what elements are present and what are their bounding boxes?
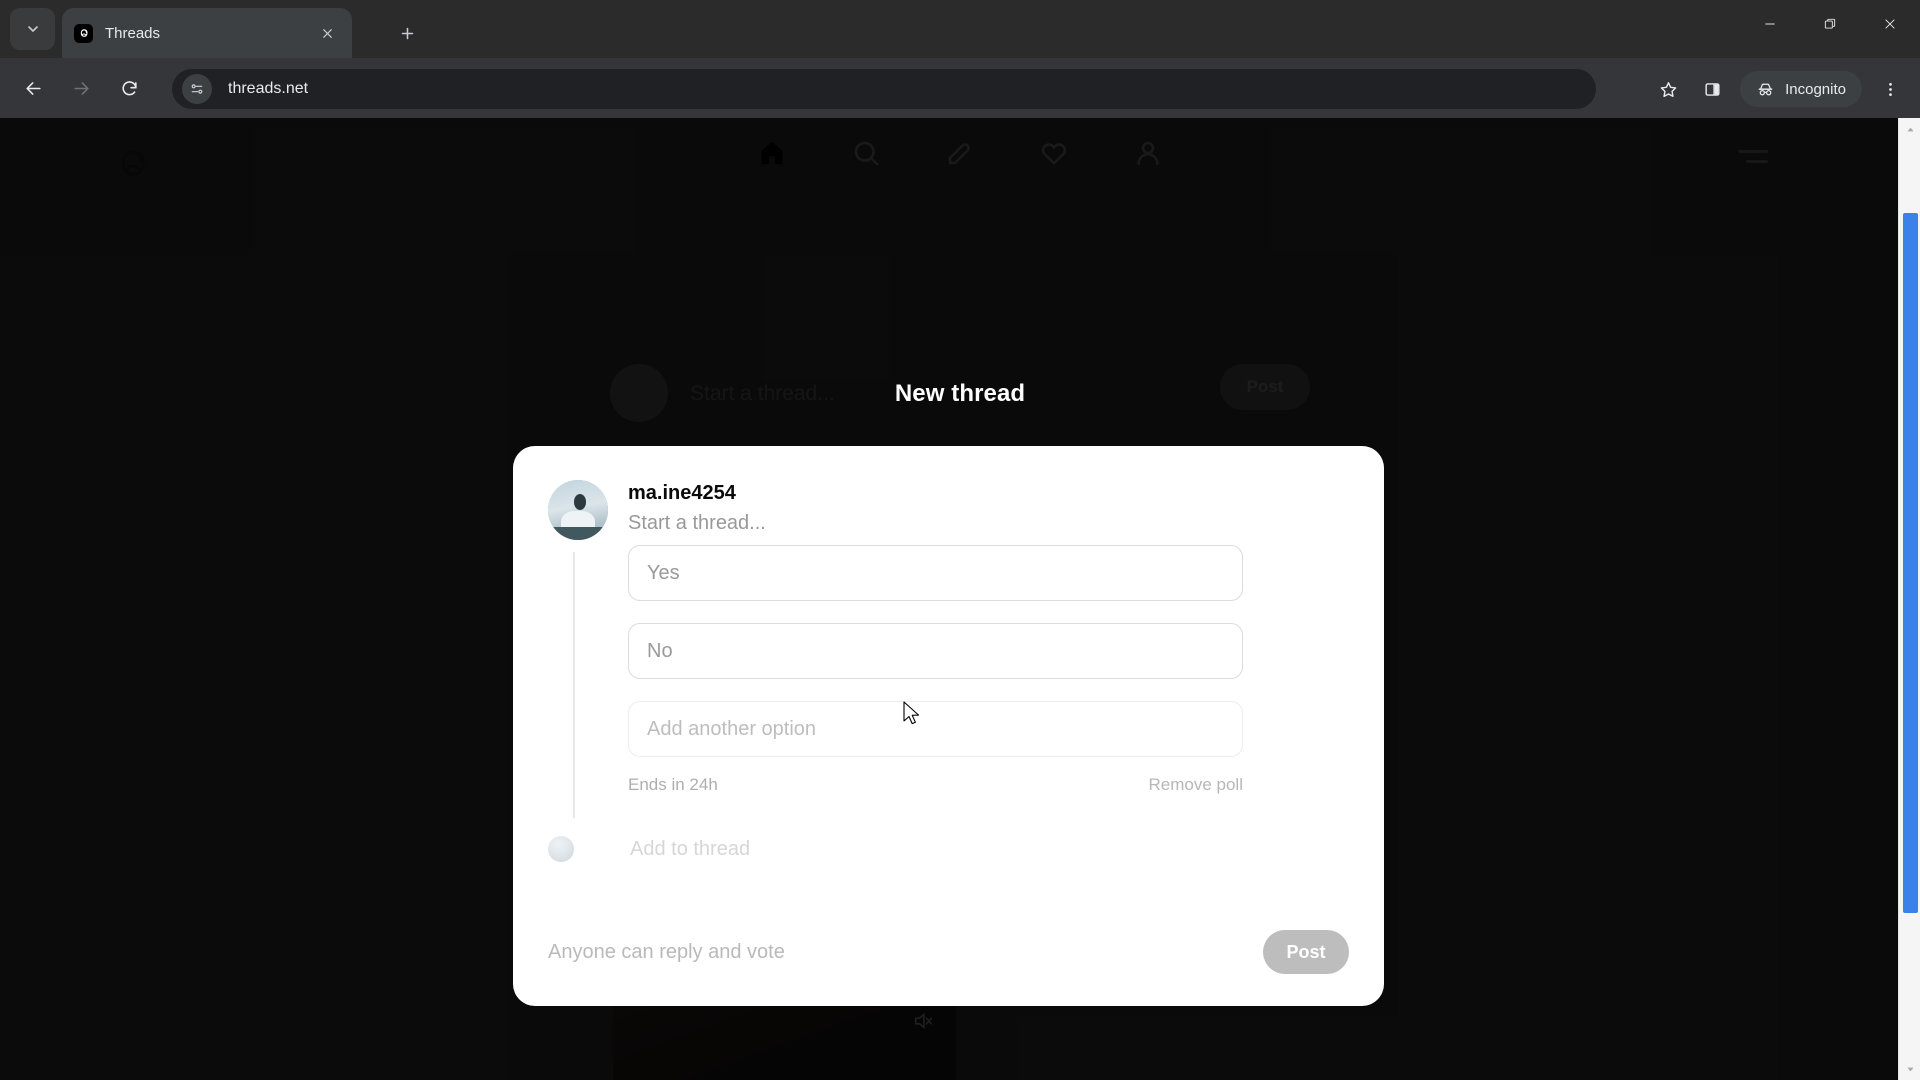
plus-icon	[401, 27, 413, 39]
new-tab-button[interactable]	[390, 16, 424, 50]
add-to-thread-label: Add to thread	[630, 837, 751, 860]
window-controls	[1740, 0, 1920, 58]
incognito-label: Incognito	[1785, 80, 1846, 98]
scroll-down-arrow-icon	[1907, 1067, 1913, 1071]
poll-option-2-text: No	[647, 639, 673, 662]
poll-add-option-text: Add another option	[647, 717, 817, 740]
maximize-button[interactable]	[1800, 0, 1860, 48]
three-dot-menu-icon	[1888, 82, 1892, 96]
back-button[interactable]	[14, 69, 52, 107]
poll-add-option[interactable]: Add another option	[628, 701, 1243, 757]
poll-option-1-text: Yes	[647, 561, 680, 584]
star-icon	[1660, 81, 1676, 97]
reload-icon	[121, 80, 137, 95]
scrollbar-up-button[interactable]	[1899, 118, 1920, 140]
scroll-up-arrow-icon	[1907, 127, 1913, 131]
side-panel-icon	[1705, 82, 1720, 96]
new-thread-modal: ma.ine4254 Start a thread... Yes No Add …	[513, 446, 1384, 1006]
reply-setting-button[interactable]: Anyone can reply and vote	[548, 941, 785, 964]
browser-window: Threads threads.net Incognito New thread…	[0, 0, 1920, 1080]
remove-poll-button[interactable]: Remove poll	[1149, 775, 1244, 795]
avatar-foreground	[548, 526, 608, 540]
modal-footer: Anyone can reply and vote Post	[513, 898, 1384, 1006]
page-viewport: Start a thread... Post For you New threa…	[0, 118, 1920, 1080]
minimize-button[interactable]	[1740, 0, 1800, 48]
thread-text-input[interactable]: Start a thread...	[628, 512, 766, 535]
toolbar-actions: Incognito	[1646, 69, 1912, 109]
address-bar[interactable]: threads.net	[172, 69, 1596, 109]
chevron-down-icon	[27, 26, 38, 32]
window-close-button[interactable]	[1860, 0, 1920, 48]
minimize-icon	[1765, 23, 1775, 25]
post-button[interactable]: Post	[1263, 930, 1349, 974]
browser-menu-button[interactable]	[1870, 69, 1910, 109]
browser-tab-threads[interactable]: Threads	[62, 8, 352, 58]
poll-option-2[interactable]: No	[628, 623, 1243, 679]
poll-option-1[interactable]: Yes	[628, 545, 1243, 601]
threads-logo-icon	[80, 29, 88, 37]
avatar	[548, 480, 608, 540]
maximize-icon	[1824, 18, 1836, 29]
tab-title: Threads	[105, 24, 161, 42]
poll-meta-row: Ends in 24h Remove poll	[628, 775, 1243, 795]
post-button-label: Post	[1286, 941, 1326, 962]
modal-title: New thread	[894, 380, 1026, 407]
thread-connector-line	[573, 552, 575, 818]
tab-search-button[interactable]	[10, 8, 55, 50]
site-settings-icon[interactable]	[182, 74, 212, 104]
username: ma.ine4254	[628, 482, 736, 504]
tab-strip: Threads	[0, 0, 1920, 58]
back-arrow-icon	[25, 81, 41, 95]
close-icon	[1885, 19, 1895, 29]
add-to-thread-row[interactable]: Add to thread	[548, 836, 750, 862]
forward-arrow-icon	[73, 81, 89, 95]
threads-favicon	[74, 23, 93, 43]
incognito-indicator[interactable]: Incognito	[1740, 71, 1862, 107]
scrollbar-thumb[interactable]	[1903, 213, 1918, 913]
bookmark-button[interactable]	[1648, 69, 1688, 109]
modal-body: ma.ine4254 Start a thread... Yes No Add …	[513, 446, 1384, 898]
side-panel-button[interactable]	[1692, 69, 1732, 109]
avatar	[548, 836, 574, 862]
forward-button[interactable]	[62, 69, 100, 107]
reload-button[interactable]	[110, 69, 148, 107]
tune-icon	[191, 84, 203, 94]
poll-duration-label[interactable]: Ends in 24h	[628, 775, 718, 795]
page-scrollbar[interactable]	[1898, 118, 1920, 1080]
poll-editor: Yes No Add another option Ends in 24h Re…	[628, 545, 1243, 795]
close-icon	[322, 28, 332, 38]
address-bar-url: threads.net	[228, 80, 309, 97]
scrollbar-down-button[interactable]	[1899, 1058, 1920, 1080]
tab-close-button[interactable]	[314, 20, 340, 46]
incognito-icon	[1758, 83, 1773, 95]
